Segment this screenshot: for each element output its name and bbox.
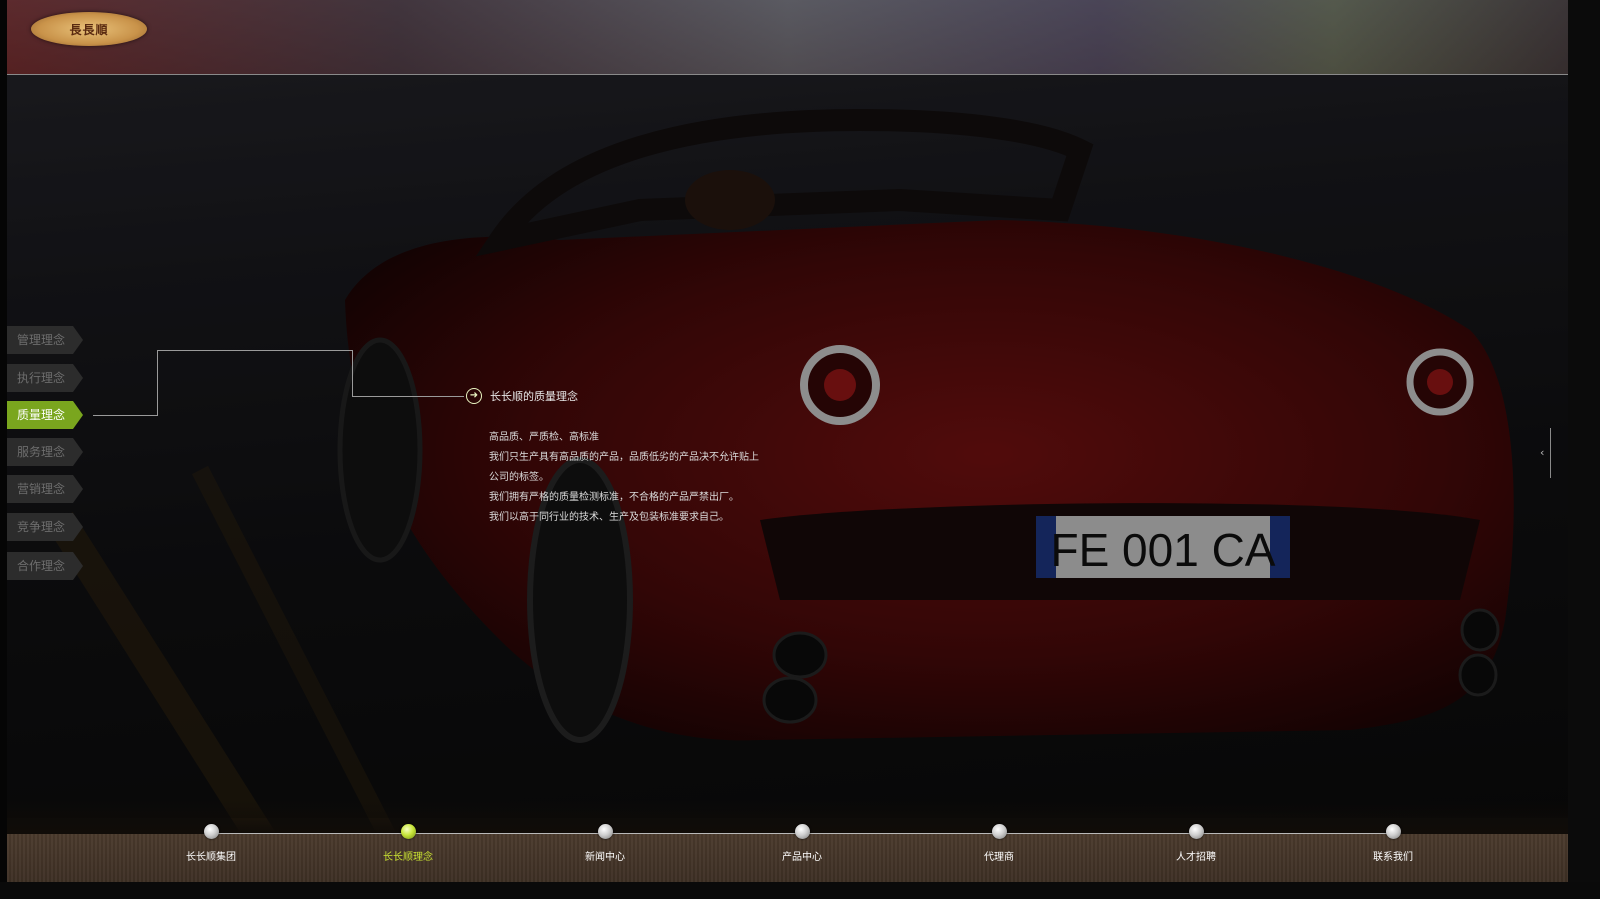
nav-item-agents[interactable]: 代理商 [939,824,1059,863]
side-item-quality[interactable]: 质量理念 [7,401,83,429]
left-edge [0,0,7,899]
right-edge [1568,0,1600,899]
side-item-label: 服务理念 [17,445,66,459]
nav-label: 长长顺理念 [383,852,433,863]
side-item-label: 竞争理念 [17,520,66,534]
side-item-execution[interactable]: 执行理念 [7,364,83,392]
nav-label: 产品中心 [782,852,822,863]
nav-dot-icon [991,824,1007,839]
nav-label: 人才招聘 [1176,852,1216,863]
nav-dot-icon [203,824,219,839]
content-line: 我们只生产具有高品质的产品，品质低劣的产品决不允许贴上 [489,452,759,463]
side-item-label: 合作理念 [17,559,66,573]
side-item-competition[interactable]: 竞争理念 [7,513,83,541]
nav-dot-icon [400,824,416,839]
connector-line [352,396,464,397]
side-item-service[interactable]: 服务理念 [7,438,83,466]
side-item-management[interactable]: 管理理念 [7,326,83,354]
car-image: FE 001 CA [0,0,1600,899]
side-item-label: 质量理念 [17,408,66,422]
side-item-label: 管理理念 [17,333,66,347]
side-item-marketing[interactable]: 营销理念 [7,475,83,503]
bottom-floor [0,882,1600,899]
chevron-left-icon: ‹ [1540,446,1545,459]
nav-label: 代理商 [984,852,1014,863]
nav-dot-icon [794,824,810,839]
content-line: 我们以高于同行业的技术、生产及包装标准要求自己。 [489,512,729,523]
content-title-text: 长长顺的质量理念 [490,390,578,403]
nav-label: 新闻中心 [585,852,625,863]
nav-item-contact[interactable]: 联系我们 [1333,824,1453,863]
side-item-cooperation[interactable]: 合作理念 [7,552,83,580]
nav-item-news[interactable]: 新闻中心 [545,824,665,863]
connector-line [352,350,353,396]
collapse-toggle[interactable]: ‹ [1540,428,1551,478]
logo[interactable]: 長長順 [31,12,147,46]
connector-line [93,415,157,416]
side-item-label: 营销理念 [17,482,66,496]
nav-dot-icon [597,824,613,839]
nav-label: 联系我们 [1373,852,1413,863]
connector-line [157,350,353,351]
nav-item-group[interactable]: 长长顺集团 [151,824,271,863]
nav-item-careers[interactable]: 人才招聘 [1136,824,1256,863]
content-line: 高品质、严质检、高标准 [489,432,599,443]
nav-item-philosophy[interactable]: 长长顺理念 [348,824,468,863]
page: FE 001 CA 長長順 管理理念 执行理念 质量理念 服务理念 营销理念 竞… [0,0,1600,899]
nav-item-products[interactable]: 产品中心 [742,824,862,863]
logo-text: 長長順 [69,22,109,37]
nav-label: 长长顺集团 [186,852,236,863]
content-body: 高品质、严质检、高标准 我们只生产具有高品质的产品，品质低劣的产品决不允许贴上 … [489,428,779,528]
nav-dot-icon [1385,824,1401,839]
arrow-right-circle-icon: ➜ [466,388,482,404]
content-line: 我们拥有严格的质量检测标准，不合格的产品严禁出厂。 [489,492,739,503]
header-banner: 長長順 [7,0,1568,75]
connector-line [157,350,158,416]
nav-dot-icon [1188,824,1204,839]
content-line: 公司的标签。 [489,472,549,483]
content-title: ➜ 长长顺的质量理念 [466,388,578,404]
side-item-label: 执行理念 [17,371,66,385]
